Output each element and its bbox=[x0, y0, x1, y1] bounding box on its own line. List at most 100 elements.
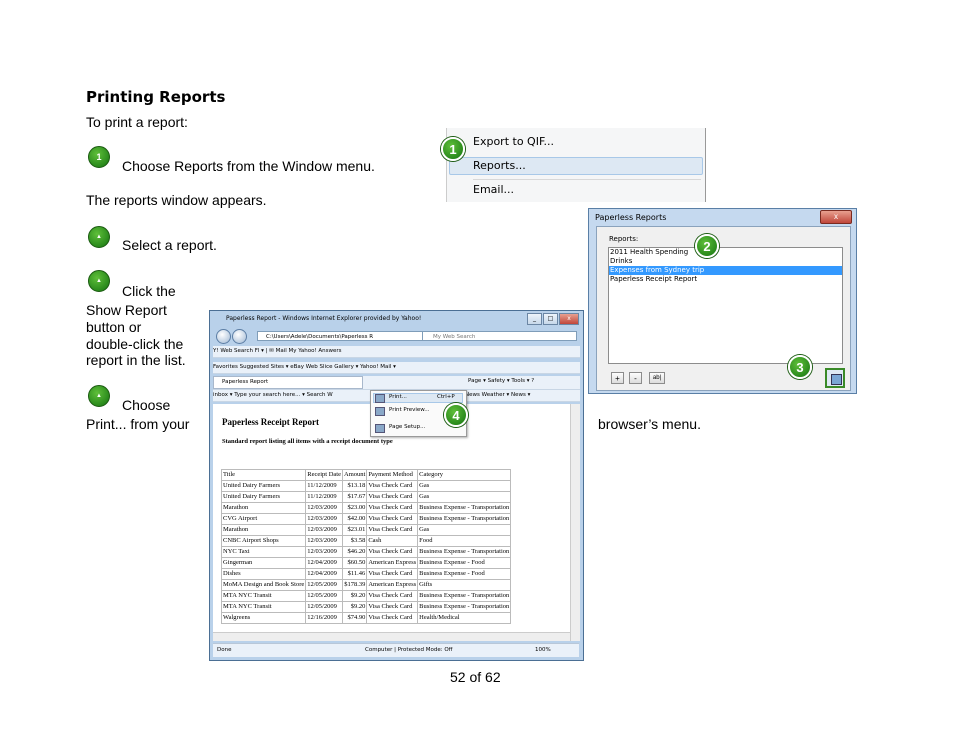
menu-item-page-setup[interactable]: Page Setup... bbox=[389, 424, 425, 430]
show-report-button[interactable] bbox=[825, 368, 845, 388]
dialog-body: Reports: 2011 Health Spending Drinks Exp… bbox=[596, 226, 851, 391]
menu-item-export-qif[interactable]: Export to QIF... bbox=[473, 135, 554, 148]
table-cell: Marathon bbox=[220, 502, 307, 514]
reports-label: Reports: bbox=[609, 235, 639, 243]
table-cell: $42.00 bbox=[341, 513, 368, 525]
table-row: Marathon 12/03/2009 $23.01 Visa Check Card G… bbox=[220, 524, 512, 536]
back-button[interactable] bbox=[216, 329, 231, 344]
table-row: MTA NYC Transit 12/05/2009 $9.20 Visa Check… bbox=[220, 601, 512, 613]
table-cell: Visa Check Card bbox=[366, 513, 419, 525]
table-cell: $17.67 bbox=[341, 491, 368, 503]
browser-window: Paperless Report - Windows Internet Expl… bbox=[209, 310, 584, 661]
maximize-button[interactable]: □ bbox=[543, 313, 558, 325]
preview-icon bbox=[375, 407, 385, 416]
table-cell: Gifts bbox=[417, 579, 512, 591]
column-header: Category bbox=[417, 469, 512, 481]
table-cell: Business Expense - Transportation bbox=[417, 590, 512, 602]
step-2-text: Select a report. bbox=[122, 237, 217, 253]
menu-item-print-preview[interactable]: Print Preview... bbox=[389, 407, 430, 413]
menu-item-print[interactable]: Print... bbox=[389, 394, 407, 400]
minimize-button[interactable]: _ bbox=[527, 313, 542, 325]
table-cell: Visa Check Card bbox=[366, 502, 419, 514]
table-cell: Business Expense - Transportation bbox=[417, 502, 512, 514]
step-3-text-5: report in the list. bbox=[86, 352, 186, 368]
table-cell: Visa Check Card bbox=[366, 480, 419, 492]
menu-item-reports[interactable]: Reports... bbox=[473, 159, 526, 172]
page-heading: Printing Reports bbox=[86, 88, 226, 106]
table-cell: 12/05/2009 bbox=[305, 579, 343, 591]
table-cell: NYC Taxi bbox=[220, 546, 307, 558]
intro-text: To print a report: bbox=[86, 114, 188, 130]
table-cell: Food bbox=[417, 535, 512, 547]
links-right[interactable]: News Weather ▾ News ▾ bbox=[465, 390, 530, 401]
table-row: NYC Taxi 12/03/2009 $46.20 Visa Check Card B… bbox=[220, 546, 512, 558]
table-cell: 12/03/2009 bbox=[305, 546, 343, 558]
table-cell: $60.50 bbox=[341, 557, 368, 569]
table-cell: Visa Check Card bbox=[366, 491, 419, 503]
table-cell: 12/03/2009 bbox=[305, 502, 343, 514]
horizontal-scrollbar[interactable] bbox=[213, 632, 570, 641]
status-text: Done bbox=[217, 647, 232, 653]
report-item[interactable]: Drinks bbox=[609, 257, 842, 266]
table-cell: Visa Check Card bbox=[366, 568, 419, 580]
table-row: CVG Airport 12/03/2009 $42.00 Visa Check Ca… bbox=[220, 513, 512, 525]
table-cell: 12/05/2009 bbox=[305, 590, 343, 602]
table-cell: $178.39 bbox=[341, 579, 368, 591]
table-cell: CNBC Airport Shops bbox=[220, 535, 307, 547]
table-cell: Health/Medical bbox=[417, 612, 512, 624]
table-cell: Dishes bbox=[220, 568, 307, 580]
table-cell: 12/03/2009 bbox=[305, 535, 343, 547]
menu-item-email[interactable]: Email... bbox=[473, 183, 514, 196]
command-bar[interactable]: Page ▾ Safety ▾ Tools ▾ ? bbox=[468, 376, 534, 387]
table-cell: United Dairy Farmers bbox=[220, 491, 307, 503]
table-row: United Dairy Farmers 11/12/2009 $13.18 Visa… bbox=[220, 480, 512, 492]
table-header-row: Title Receipt Date Amount Payment Method Cat… bbox=[220, 469, 512, 481]
address-bar[interactable]: C:\Users\Adele\Documents\Paperless R bbox=[257, 331, 447, 341]
step-4-text-3: browser’s menu. bbox=[598, 416, 701, 432]
report-title: Paperless Receipt Report bbox=[222, 417, 319, 427]
tab-bar: Paperless Report Page ▾ Safety ▾ Tools ▾… bbox=[213, 376, 580, 390]
step-3-text-1: Click the bbox=[122, 283, 176, 299]
menu-shortcut: Ctrl+P bbox=[437, 394, 455, 400]
report-icon bbox=[831, 374, 842, 385]
close-button[interactable]: x bbox=[820, 210, 852, 224]
step-3-text-2: Show Report bbox=[86, 302, 167, 318]
table-cell: American Express bbox=[366, 579, 419, 591]
callout-4: 4 bbox=[444, 403, 468, 427]
printer-icon bbox=[375, 394, 385, 403]
step-1-result: The reports window appears. bbox=[86, 192, 267, 208]
tab-paperless-report[interactable]: Paperless Report bbox=[213, 376, 363, 389]
reports-list[interactable]: 2011 Health Spending Drinks Expenses fro… bbox=[608, 247, 843, 364]
table-cell: 12/05/2009 bbox=[305, 601, 343, 613]
table-cell: $9.20 bbox=[341, 590, 368, 602]
table-cell: $23.01 bbox=[341, 524, 368, 536]
table-cell: Business Expense - Transportation bbox=[417, 546, 512, 558]
add-report-button[interactable]: + bbox=[611, 372, 624, 384]
table-cell: MoMA Design and Book Store bbox=[220, 579, 307, 591]
vertical-scrollbar[interactable] bbox=[570, 404, 580, 641]
report-item[interactable]: 2011 Health Spending bbox=[609, 248, 842, 257]
table-cell: Gas bbox=[417, 491, 512, 503]
step-3-text-3: button or bbox=[86, 319, 142, 335]
zoom-level[interactable]: 100% bbox=[535, 644, 551, 657]
table-row: MTA NYC Transit 12/05/2009 $9.20 Visa Check… bbox=[220, 590, 512, 602]
report-item-selected[interactable]: Expenses from Sydney trip bbox=[609, 266, 842, 275]
table-cell: Business Expense - Transportation bbox=[417, 601, 512, 613]
table-cell: Marathon bbox=[220, 524, 307, 536]
forward-button[interactable] bbox=[232, 329, 247, 344]
callout-2: 2 bbox=[695, 234, 719, 258]
table-cell: Business Expense - Transportation bbox=[417, 513, 512, 525]
close-window-button[interactable]: x bbox=[559, 313, 579, 325]
links-left[interactable]: inbox ▾ Type your search here... ▾ Searc… bbox=[213, 392, 333, 398]
protected-mode-status: Computer | Protected Mode: Off bbox=[365, 647, 453, 653]
report-item[interactable]: Paperless Receipt Report bbox=[609, 275, 842, 284]
remove-report-button[interactable]: - bbox=[629, 372, 642, 384]
rename-report-button[interactable]: ab| bbox=[649, 372, 665, 384]
table-row: United Dairy Farmers 11/12/2009 $17.67 Visa… bbox=[220, 491, 512, 503]
table-cell: 12/03/2009 bbox=[305, 524, 343, 536]
favorites-bar[interactable]: Favorites Suggested Sites ▾ eBay Web Sli… bbox=[213, 362, 580, 374]
table-cell: United Dairy Farmers bbox=[220, 480, 307, 492]
step-4-text-2: Print... from your bbox=[86, 416, 190, 432]
yahoo-toolbar[interactable]: Y! Web Search Fl ▾ | ✉ Mail My Yahoo! An… bbox=[213, 346, 580, 358]
search-input[interactable]: My Web Search bbox=[422, 331, 577, 341]
